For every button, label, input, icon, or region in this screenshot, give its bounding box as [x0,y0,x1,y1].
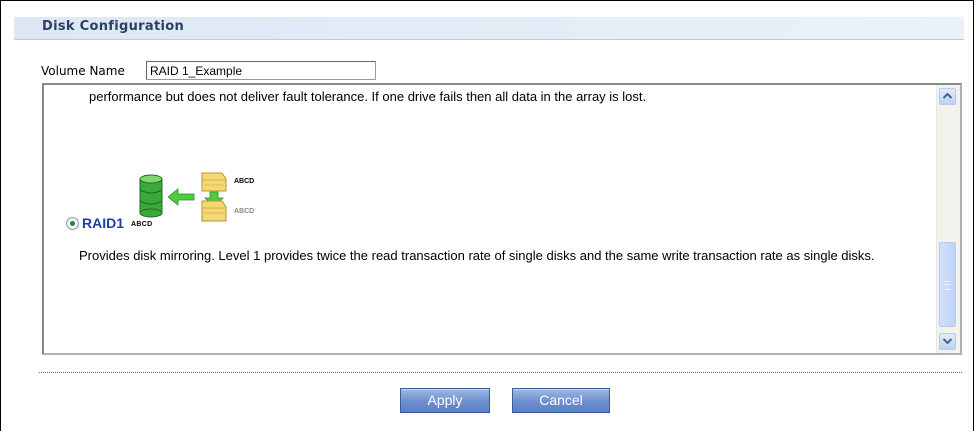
chevron-down-icon [943,338,952,344]
scroll-down-button[interactable] [939,333,956,350]
scroll-thumb[interactable] [939,242,956,327]
raid1-description: Provides disk mirroring. Level 1 provide… [79,248,875,263]
cancel-button[interactable]: Cancel [512,388,610,413]
raid1-label[interactable]: RAID1 [82,215,124,231]
vertical-scrollbar[interactable] [936,85,960,353]
scroll-up-button[interactable] [939,88,956,105]
apply-button[interactable]: Apply [400,388,490,413]
raid1-disk-caption: ABCD [131,221,153,228]
document-mirror-icon [201,200,227,222]
arrow-left-icon [167,188,195,206]
chevron-up-icon [943,93,952,99]
disk-configuration-window: Disk Configuration Volume Name performan… [0,0,974,431]
raid-options-content: performance but does not deliver fault t… [44,85,937,353]
raid-options-panel: performance but does not deliver fault t… [42,83,962,355]
caption-source: ABCD [234,178,254,185]
divider [39,372,962,373]
raid0-description-tail: performance but does not deliver fault t… [89,89,647,104]
database-icon [139,174,163,218]
caption-mirror: ABCD [234,208,254,215]
grip-icon [944,281,951,290]
section-title: Disk Configuration [42,19,184,34]
raid1-radio[interactable] [66,216,79,230]
section-header: Disk Configuration [14,17,964,40]
raid1-diagram-icon: ABCD ABCD [139,172,254,222]
document-icon [201,172,227,192]
raid1-option[interactable]: RAID1 ABCD [66,215,152,231]
volume-name-input[interactable] [146,61,376,80]
volume-name-label: Volume Name [41,64,125,78]
